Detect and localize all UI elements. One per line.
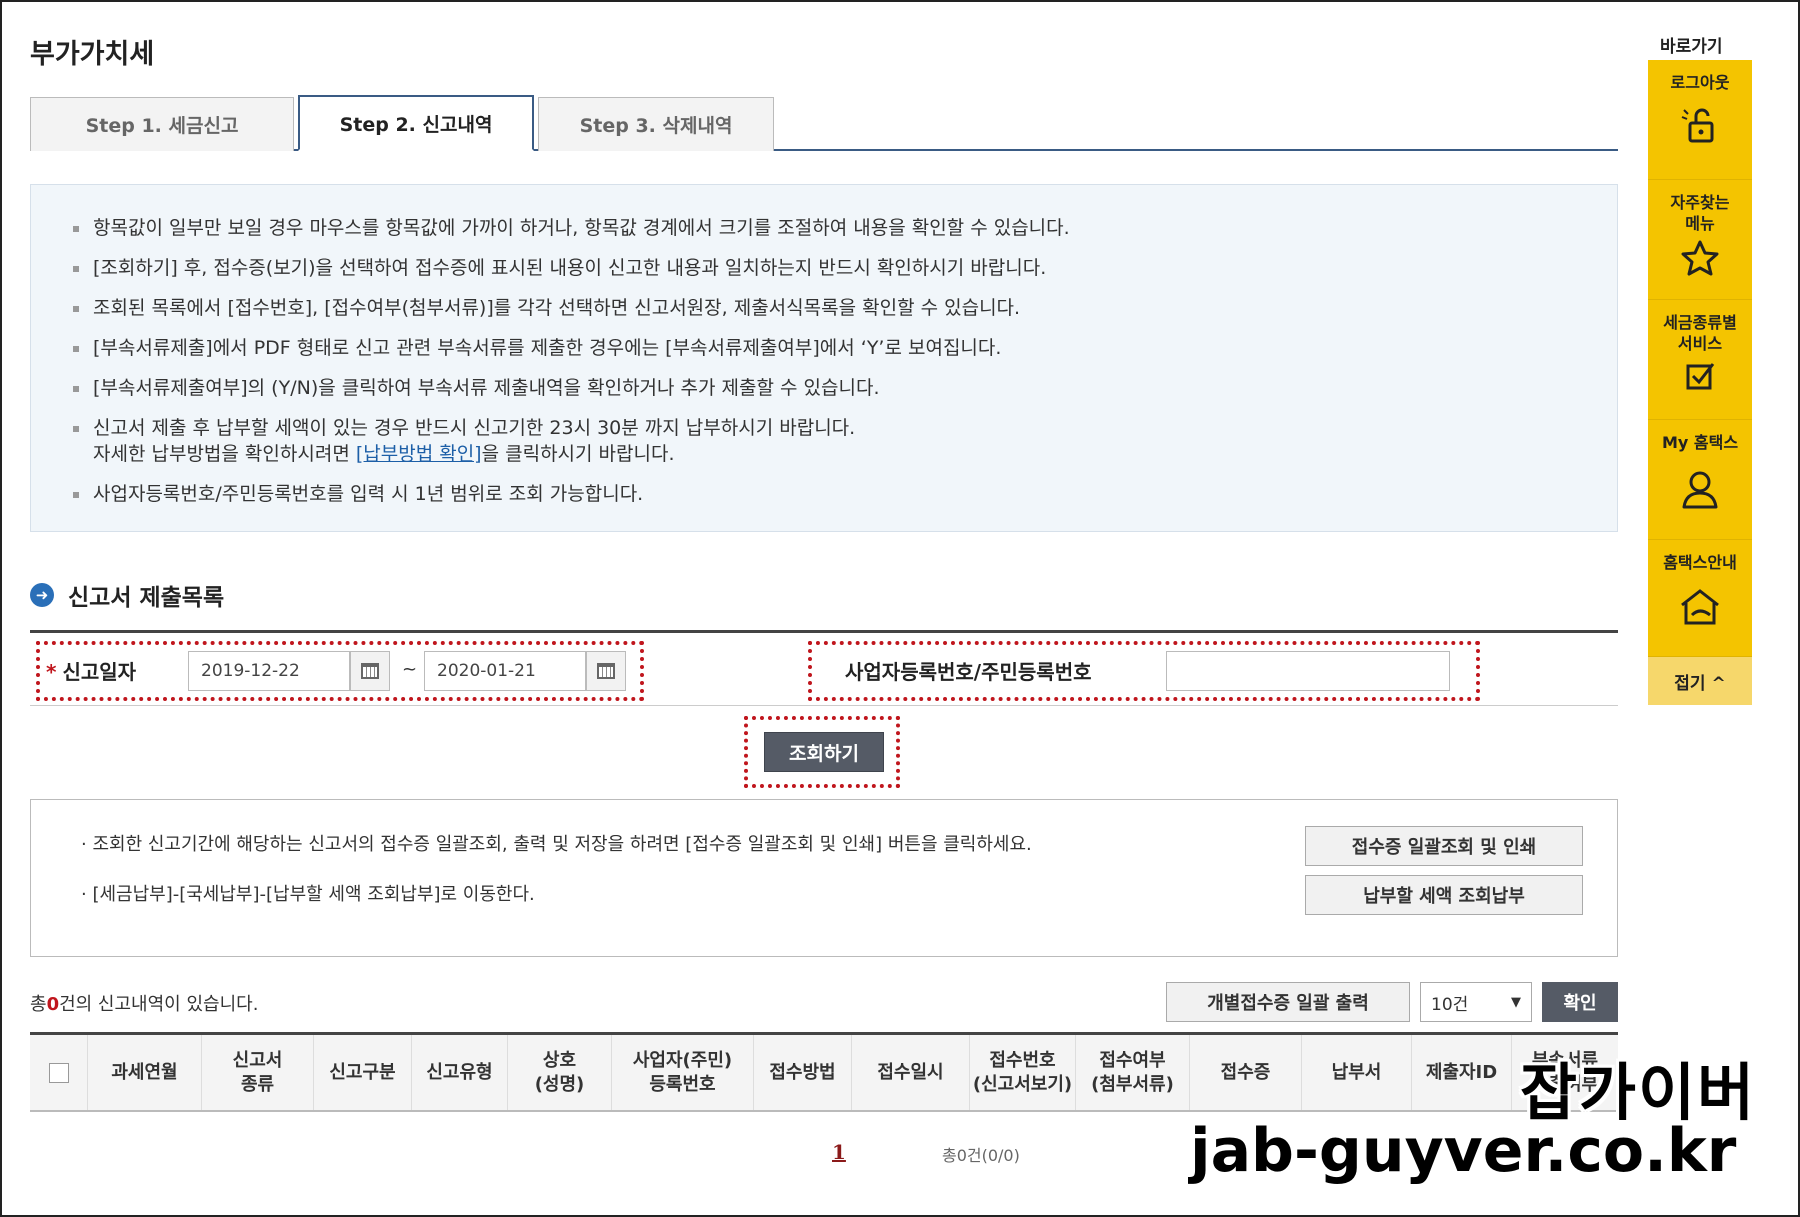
column-header: 접수방법 bbox=[754, 1035, 852, 1110]
arrow-circle-icon: ➜ bbox=[30, 583, 54, 607]
dropdown-arrow-icon: ▼ bbox=[1511, 994, 1521, 1010]
confirm-button[interactable]: 확인 bbox=[1542, 982, 1618, 1022]
notice-item: 항목값이 일부만 보일 경우 마우스를 항목값에 가까이 하거나, 항목값 경계… bbox=[71, 215, 1577, 241]
section-heading: ➜ 신고서 제출목록 bbox=[30, 578, 224, 612]
column-header: 접수일시 bbox=[852, 1035, 970, 1110]
column-header: 접수여부 (첨부서류) bbox=[1076, 1035, 1190, 1110]
notice-item: 사업자등록번호/주민등록번호를 입력 시 1년 범위로 조회 가능합니다. bbox=[71, 481, 1577, 507]
quick-item-label: 홈택스안내 bbox=[1663, 553, 1737, 572]
biz-number-label: 사업자등록번호/주민등록번호 bbox=[845, 660, 1092, 684]
biz-number-input[interactable] bbox=[1166, 651, 1450, 691]
payment-method-link[interactable]: [납부방법 확인] bbox=[356, 443, 482, 465]
notice-item-payment: 신고서 제출 후 납부할 세액이 있는 경우 반드시 신고기한 23시 30분 … bbox=[71, 415, 1577, 467]
notice-item: [조회하기] 후, 접수증(보기)을 선택하여 접수증에 표시된 내용이 신고한… bbox=[71, 255, 1577, 281]
notice-item: [부속서류제출여부]의 (Y/N)을 클릭하여 부속서류 제출내역을 확인하거나… bbox=[71, 375, 1577, 401]
step-tabs: Step 1. 세금신고 Step 2. 신고내역 Step 3. 삭제내역 bbox=[30, 95, 1618, 151]
notice-item: [부속서류제출]에서 PDF 형태로 신고 관련 부속서류를 제출한 경우에는 … bbox=[71, 335, 1577, 361]
required-mark: * bbox=[46, 660, 57, 684]
user-icon bbox=[1682, 471, 1718, 509]
checkbox-icon bbox=[1686, 363, 1715, 390]
quick-hometax-guide[interactable]: 홈택스안내 bbox=[1648, 540, 1752, 657]
quick-item-label: 자주찾는 메뉴 bbox=[1670, 193, 1730, 233]
page-title: 부가가치세 bbox=[30, 39, 155, 70]
column-header: 접수증 bbox=[1190, 1035, 1302, 1110]
receipt-info-box: · 조회한 신고기간에 해당하는 신고서의 접수증 일괄조회, 출력 및 저장을… bbox=[30, 799, 1618, 957]
notice-payment-prefix: 자세한 납부방법을 확인하시려면 bbox=[93, 443, 356, 465]
receipt-bulk-print-button[interactable]: 접수증 일괄조회 및 인쇄 bbox=[1305, 826, 1583, 866]
column-header: 과세연월 bbox=[88, 1035, 202, 1110]
notice-item: 조회된 목록에서 [접수번호], [접수여부(첨부서류)]를 각각 선택하면 신… bbox=[71, 295, 1577, 321]
tab-step3[interactable]: Step 3. 삭제내역 bbox=[538, 97, 774, 151]
calendar-from-button[interactable] bbox=[350, 651, 390, 691]
page-size-value: 10건 bbox=[1431, 994, 1469, 1015]
quick-menu-panel: 로그아웃 자주찾는 메뉴 세금종류별 서비스 My 홈택스 홈택스안내 접기 ^ bbox=[1648, 60, 1752, 705]
column-header: 신고서 종류 bbox=[202, 1035, 314, 1110]
tab-step1[interactable]: Step 1. 세금신고 bbox=[30, 97, 294, 151]
column-header: 제출자ID bbox=[1412, 1035, 1512, 1110]
receipt-info-text: · 조회한 신고기간에 해당하는 신고서의 접수증 일괄조회, 출력 및 저장을… bbox=[81, 834, 1032, 855]
notice-box: 항목값이 일부만 보일 경우 마우스를 항목값에 가까이 하거나, 항목값 경계… bbox=[30, 184, 1618, 532]
notice-payment-text: 신고서 제출 후 납부할 세액이 있는 경우 반드시 신고기한 23시 30분 … bbox=[93, 417, 856, 439]
pay-tax-button[interactable]: 납부할 세액 조회납부 bbox=[1305, 875, 1583, 915]
quick-item-label: My 홈택스 bbox=[1661, 433, 1739, 452]
quick-my-hometax[interactable]: My 홈택스 bbox=[1648, 420, 1752, 540]
count-suffix: 건의 신고내역이 있습니다. bbox=[59, 994, 259, 1015]
date-range-tilde: ~ bbox=[402, 659, 418, 680]
tab-step2[interactable]: Step 2. 신고내역 bbox=[298, 95, 534, 151]
quick-fold-button[interactable]: 접기 ^ bbox=[1648, 657, 1752, 705]
quick-logout[interactable]: 로그아웃 bbox=[1648, 60, 1752, 180]
calendar-icon bbox=[361, 663, 379, 679]
watermark-url: jab-guyver.co.kr bbox=[1190, 1116, 1737, 1186]
column-header: 신고구분 bbox=[314, 1035, 412, 1110]
calendar-icon bbox=[597, 663, 615, 679]
column-header: 상호 (성명) bbox=[508, 1035, 612, 1110]
quick-menu-title: 바로가기 bbox=[1660, 37, 1723, 57]
notice-payment-subline: 자세한 납부방법을 확인하시려면 [납부방법 확인]을 클릭하시기 바랍니다. bbox=[93, 441, 1577, 467]
count-number: 0 bbox=[46, 994, 60, 1015]
date-label-text: 신고일자 bbox=[62, 660, 137, 684]
bulk-receipt-print-button[interactable]: 개별접수증 일괄 출력 bbox=[1166, 982, 1410, 1022]
search-form: * 신고일자 2019-12-22 ~ 2020-01-21 사업자등록번호/주민… bbox=[30, 630, 1618, 706]
quick-favorites[interactable]: 자주찾는 메뉴 bbox=[1648, 180, 1752, 300]
date-from-input[interactable]: 2019-12-22 bbox=[188, 651, 350, 691]
quick-tax-services[interactable]: 세금종류별 서비스 bbox=[1648, 300, 1752, 420]
page-size-select[interactable]: 10건 ▼ bbox=[1420, 982, 1532, 1022]
payment-info-text: · [세금납부]-[국세납부]-[납부할 세액 조회납부]로 이동한다. bbox=[81, 884, 535, 905]
column-header: 사업자(주민) 등록번호 bbox=[612, 1035, 754, 1110]
column-header: 신고유형 bbox=[412, 1035, 508, 1110]
query-button[interactable]: 조회하기 bbox=[764, 732, 884, 772]
result-count: 총0건의 신고내역이 있습니다. bbox=[30, 990, 258, 1016]
select-all-cell bbox=[30, 1035, 88, 1110]
home-icon bbox=[1681, 589, 1719, 625]
table-header: 과세연월 신고서 종류 신고구분 신고유형 상호 (성명) 사업자(주민) 등록… bbox=[30, 1032, 1618, 1112]
quick-item-label: 세금종류별 서비스 bbox=[1663, 313, 1737, 353]
column-header: 납부서 bbox=[1302, 1035, 1412, 1110]
section-title: 신고서 제출목록 bbox=[68, 585, 225, 611]
total-records: 총0건(0/0) bbox=[942, 1146, 1020, 1165]
notice-payment-suffix: 을 클릭하시기 바랍니다. bbox=[481, 443, 675, 465]
calendar-to-button[interactable] bbox=[586, 651, 626, 691]
star-icon bbox=[1681, 240, 1719, 276]
column-header: 접수번호 (신고서보기) bbox=[970, 1035, 1076, 1110]
unlock-icon bbox=[1681, 108, 1714, 143]
page-number-link[interactable]: 1 bbox=[832, 1140, 846, 1164]
count-prefix: 총 bbox=[30, 994, 47, 1015]
select-all-checkbox[interactable] bbox=[48, 1062, 69, 1083]
date-to-input[interactable]: 2020-01-21 bbox=[424, 651, 586, 691]
date-label: * 신고일자 bbox=[46, 656, 136, 685]
quick-item-label: 로그아웃 bbox=[1670, 73, 1730, 92]
